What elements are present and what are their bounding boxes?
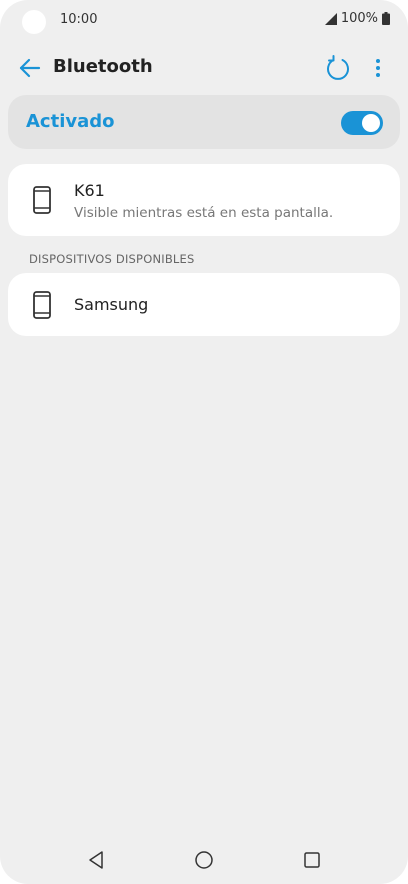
bluetooth-switch[interactable] — [341, 111, 383, 135]
refresh-icon — [327, 55, 349, 80]
bluetooth-toggle-card[interactable]: Activado — [8, 95, 400, 149]
available-device-name: Samsung — [74, 295, 149, 314]
this-device-card[interactable]: K61 Visible mientras está en esta pantal… — [8, 164, 400, 236]
signal-icon — [324, 12, 337, 25]
battery-percent: 100% — [340, 11, 378, 26]
nav-back-button[interactable] — [84, 848, 108, 872]
this-device-subtitle: Visible mientras está en esta pantalla. — [74, 205, 334, 221]
nav-recents-button[interactable] — [300, 848, 324, 872]
back-button[interactable] — [16, 56, 44, 80]
status-time: 10:00 — [60, 12, 98, 27]
toggle-label: Activado — [26, 111, 115, 132]
circle-home-icon — [195, 851, 213, 869]
back-arrow-icon — [19, 58, 41, 78]
status-indicators: 100% — [324, 11, 390, 26]
more-vert-icon — [376, 59, 380, 77]
available-device-item[interactable]: Samsung — [8, 273, 400, 336]
this-device-name: K61 — [74, 181, 105, 200]
available-devices-header: DISPOSITIVOS DISPONIBLES — [29, 252, 195, 266]
refresh-button[interactable] — [324, 54, 352, 82]
battery-icon — [382, 12, 390, 25]
page-title: Bluetooth — [53, 56, 153, 77]
more-options-button[interactable] — [366, 54, 390, 82]
nav-home-button[interactable] — [192, 848, 216, 872]
camera-cutout — [22, 10, 46, 34]
triangle-back-icon — [89, 851, 103, 869]
app-bar: Bluetooth — [0, 44, 408, 92]
phone-icon — [33, 186, 51, 214]
phone-icon — [33, 291, 51, 319]
navigation-bar — [0, 840, 408, 880]
switch-knob — [362, 114, 380, 132]
status-bar: 10:00 100% — [0, 0, 408, 40]
phone-screen: 10:00 100% Bluetooth Activado K61 Visibl… — [0, 0, 408, 884]
square-recents-icon — [304, 852, 320, 868]
